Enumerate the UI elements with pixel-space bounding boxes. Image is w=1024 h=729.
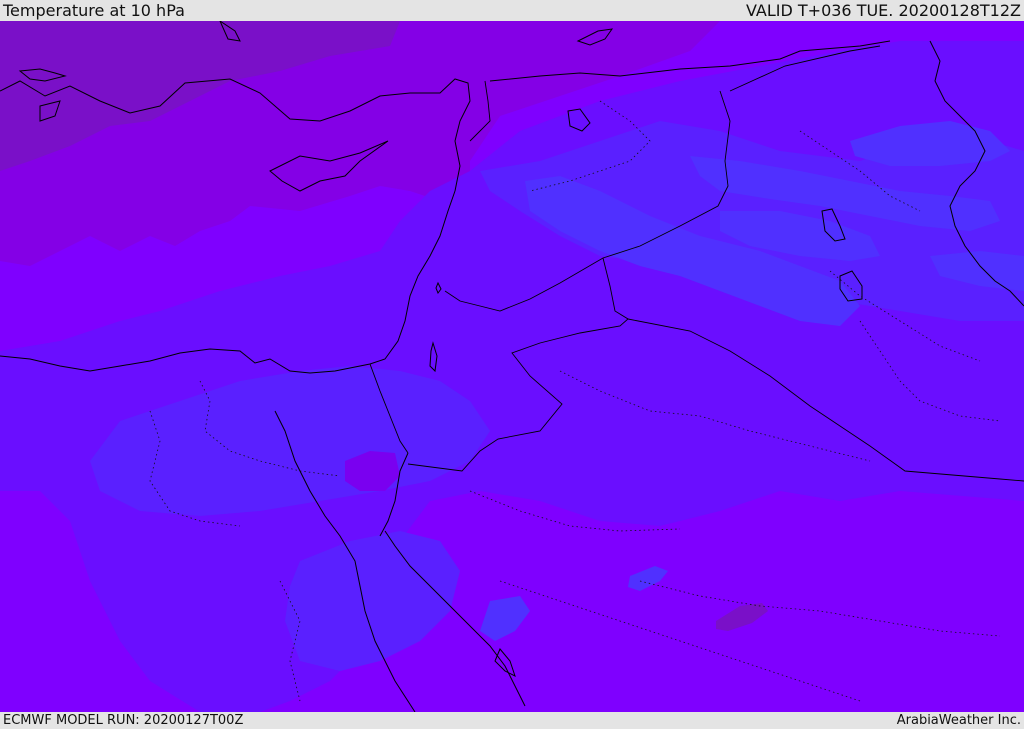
credit-label: ArabiaWeather Inc.: [896, 713, 1021, 728]
map-title: Temperature at 10 hPa: [3, 1, 185, 20]
temperature-map: [0, 21, 1024, 712]
valid-time-label: VALID T+036 TUE. 20200128T12Z: [745, 1, 1021, 20]
header-bar: Temperature at 10 hPa VALID T+036 TUE. 2…: [0, 0, 1024, 21]
map-canvas: [0, 21, 1024, 712]
footer-bar: ECMWF MODEL RUN: 20200127T00Z ArabiaWeat…: [0, 712, 1024, 729]
model-run-label: ECMWF MODEL RUN: 20200127T00Z: [3, 713, 244, 728]
